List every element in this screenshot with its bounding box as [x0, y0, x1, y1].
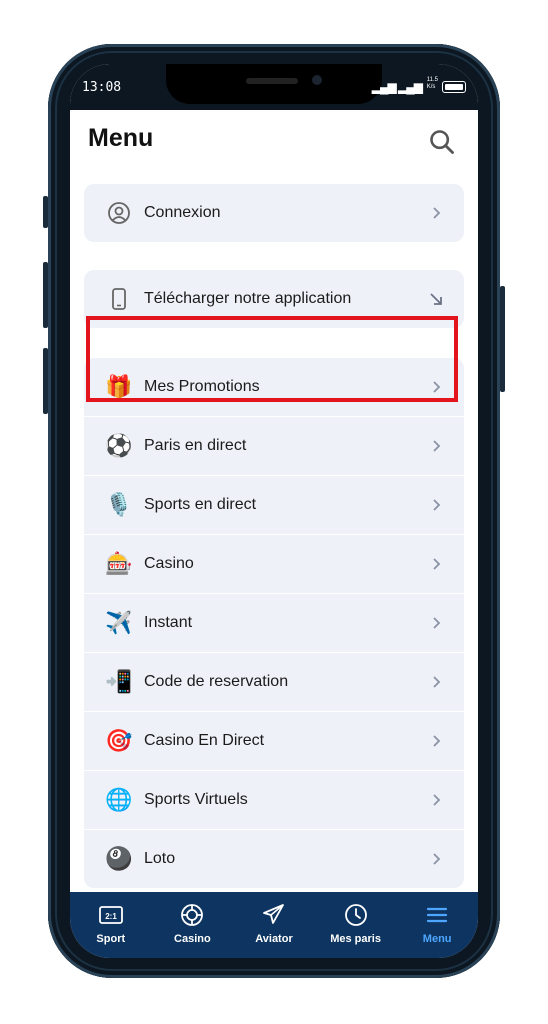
phone-power-button — [500, 286, 505, 392]
phone-screen: 13:08 ▂▄▆ ▂▄▆ 11.5 K/s Menu Connexion Té… — [70, 64, 478, 958]
chevron-right-icon — [433, 853, 441, 865]
menu-item-label: Casino En Direct — [144, 732, 265, 749]
menu-item-promotions[interactable]: 🎁 Mes Promotions — [84, 358, 464, 417]
download-card: Télécharger notre application — [84, 270, 464, 328]
phone-volume-down — [43, 348, 48, 414]
page-title: Menu — [88, 124, 154, 152]
hamburger-icon — [427, 907, 448, 923]
svg-text:2:1: 2:1 — [105, 912, 117, 921]
menu-item-sports-virtuels[interactable]: 🌐 Sports Virtuels — [84, 771, 464, 830]
menu-item-label: Connexion — [144, 204, 221, 221]
user-icon — [104, 198, 134, 228]
nav-casino[interactable]: Casino — [152, 892, 232, 958]
nav-menu[interactable]: Menu — [397, 892, 477, 958]
nav-label: Mes paris — [330, 933, 381, 945]
menu-content: Connexion Télécharger notre application — [70, 174, 478, 892]
chevron-right-icon — [433, 617, 441, 629]
nav-sport[interactable]: 2:1 Sport — [71, 892, 151, 958]
chevron-right-icon — [433, 794, 441, 806]
gift-icon: 🎁 — [105, 374, 133, 399]
plane-icon — [263, 904, 284, 924]
nav-label: Casino — [174, 933, 211, 945]
camera-icon — [312, 75, 322, 85]
soccer-ball-icon: ⚽ — [105, 433, 133, 458]
menu-item-sports-en-direct[interactable]: 🎙️ Sports en direct — [84, 476, 464, 535]
notch — [166, 64, 382, 104]
airplane-icon: ✈️ — [105, 610, 133, 635]
menu-item-loto[interactable]: 🎱 Loto — [84, 830, 464, 888]
chevron-right-icon — [433, 381, 441, 393]
menu-item-label: Code de reservation — [144, 673, 289, 690]
chevron-right-icon — [433, 558, 441, 570]
chevron-right-icon — [433, 207, 441, 219]
main-menu-list: 🎁 Mes Promotions ⚽ Paris en direct 🎙️ Sp… — [84, 358, 464, 888]
arrow-down-right-icon — [430, 293, 442, 305]
menu-item-label: Télécharger notre application — [144, 290, 352, 307]
battery-icon — [442, 81, 466, 93]
menu-item-label: Loto — [144, 850, 176, 867]
menu-item-casino[interactable]: 🎰 Casino — [84, 535, 464, 594]
phone-side-button — [43, 196, 48, 228]
speaker — [246, 78, 298, 84]
booking-code-icon: 📲 — [105, 669, 133, 694]
chevron-right-icon — [433, 440, 441, 452]
menu-header: Menu — [70, 110, 478, 174]
nav-aviator[interactable]: Aviator — [234, 892, 314, 958]
menu-item-connexion[interactable]: Connexion — [84, 184, 464, 242]
slot-machine-icon: 🎰 — [105, 551, 133, 576]
nav-label: Sport — [96, 933, 126, 945]
network-speed: 11.5 K/s — [427, 77, 438, 91]
signal-icon: ▂▄▆ ▂▄▆ — [371, 80, 423, 94]
login-card: Connexion — [84, 184, 464, 242]
globe-icon: 🌐 — [105, 787, 133, 812]
menu-item-label: Paris en direct — [144, 437, 247, 454]
smartphone-icon — [104, 284, 134, 314]
nav-label: Menu — [422, 933, 452, 945]
casino-chip-icon: 🎯 — [105, 728, 133, 753]
menu-item-paris-en-direct[interactable]: ⚽ Paris en direct — [84, 417, 464, 476]
menu-item-label: Mes Promotions — [144, 378, 260, 395]
bottom-nav: 2:1 Sport Casino Aviator Mes paris Menu — [70, 892, 478, 958]
network-speed-value: 11.5 — [426, 77, 438, 83]
search-icon[interactable] — [428, 128, 456, 156]
chevron-right-icon — [433, 499, 441, 511]
chevron-right-icon — [433, 676, 441, 688]
menu-item-label: Sports Virtuels — [144, 791, 248, 808]
nav-mes-paris[interactable]: Mes paris — [316, 892, 396, 958]
menu-item-code-de-reservation[interactable]: 📲 Code de reservation — [84, 653, 464, 712]
microphone-icon: 🎙️ — [105, 492, 133, 517]
network-speed-unit: K/s — [426, 84, 436, 90]
menu-item-label: Instant — [144, 614, 193, 631]
menu-item-casino-en-direct[interactable]: 🎯 Casino En Direct — [84, 712, 464, 771]
menu-item-download-app[interactable]: Télécharger notre application — [84, 270, 464, 328]
lottery-ball-icon: 🎱 — [105, 846, 133, 871]
scoreboard-icon: 2:1 — [98, 906, 123, 924]
status-bar: 13:08 ▂▄▆ ▂▄▆ 11.5 K/s — [70, 64, 478, 110]
nav-label: Aviator — [255, 933, 293, 945]
phone-volume-up — [43, 262, 48, 328]
casino-chip-icon — [181, 904, 204, 926]
menu-item-label: Casino — [144, 555, 194, 572]
menu-item-label: Sports en direct — [144, 496, 257, 513]
clock-icon — [344, 904, 367, 926]
status-time: 13:08 — [82, 80, 122, 95]
chevron-right-icon — [433, 735, 441, 747]
menu-item-instant[interactable]: ✈️ Instant — [84, 594, 464, 653]
